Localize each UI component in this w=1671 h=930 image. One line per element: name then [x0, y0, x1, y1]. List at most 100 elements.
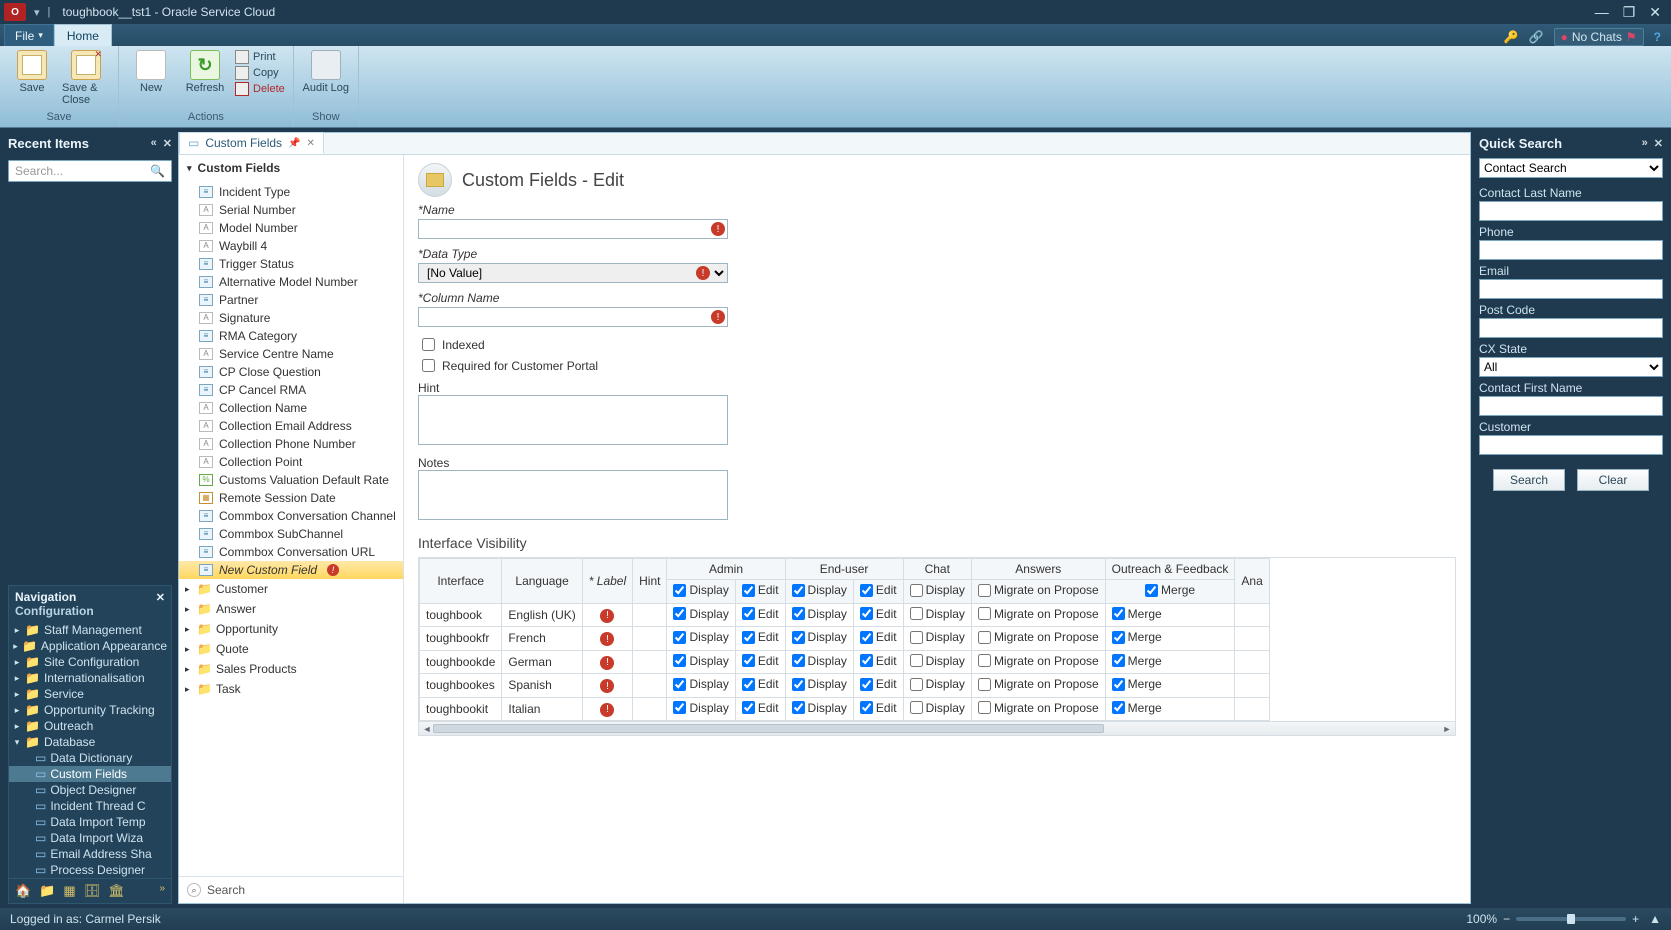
zoom-out-icon[interactable]: −	[1503, 912, 1510, 926]
field-item[interactable]: ≡Trigger Status	[179, 255, 403, 273]
hint-textarea[interactable]	[418, 395, 728, 445]
nav-node[interactable]: ▾📁Database	[9, 734, 171, 750]
home-icon[interactable]: 🏠	[15, 883, 31, 899]
folder-icon[interactable]: 📁	[39, 883, 55, 899]
notes-textarea[interactable]	[418, 470, 728, 520]
migrate-on-propose-checkbox[interactable]	[978, 631, 991, 644]
field-item[interactable]: ≡CP Close Question	[179, 363, 403, 381]
migrate-on-propose-checkbox[interactable]	[978, 678, 991, 691]
edit-checkbox[interactable]	[742, 584, 755, 597]
migrate-on-propose-checkbox[interactable]	[978, 607, 991, 620]
display-checkbox[interactable]	[792, 631, 805, 644]
field-item[interactable]: ASerial Number	[179, 201, 403, 219]
qs-last-input[interactable]	[1479, 201, 1663, 221]
edit-checkbox[interactable]	[742, 701, 755, 714]
display-checkbox[interactable]	[673, 678, 686, 691]
category-node[interactable]: ▸📁Customer	[179, 579, 403, 599]
copy-button[interactable]: Copy	[235, 66, 285, 80]
db-icon[interactable]: 🗄	[84, 883, 101, 899]
nav-child[interactable]: ▭Data Import Temp	[9, 814, 171, 830]
grid-icon[interactable]: ▦	[63, 883, 75, 899]
category-node[interactable]: ▸📁Answer	[179, 599, 403, 619]
display-checkbox[interactable]	[673, 607, 686, 620]
quick-search-clear-button[interactable]: Clear	[1577, 469, 1649, 491]
qs-cust-input[interactable]	[1479, 435, 1663, 455]
edit-checkbox[interactable]	[860, 701, 873, 714]
edit-checkbox[interactable]	[860, 631, 873, 644]
field-item[interactable]: ≡Commbox SubChannel	[179, 525, 403, 543]
close-pane-icon[interactable]: ✕	[1654, 137, 1663, 150]
nav-child[interactable]: ▭Incident Thread C	[9, 798, 171, 814]
merge-checkbox[interactable]	[1112, 701, 1125, 714]
display-checkbox[interactable]	[792, 654, 805, 667]
new-custom-field[interactable]: ≡New Custom Field!	[179, 561, 403, 579]
tab-home[interactable]: Home	[54, 24, 112, 46]
qs-phone-input[interactable]	[1479, 240, 1663, 260]
display-checkbox[interactable]	[673, 701, 686, 714]
category-node[interactable]: ▸📁Sales Products	[179, 659, 403, 679]
tab-custom-fields[interactable]: ▭ Custom Fields 📌 ✕	[179, 132, 324, 154]
name-input[interactable]	[418, 219, 728, 239]
zoom-menu-icon[interactable]: ▲	[1649, 912, 1661, 926]
recent-search-input[interactable]: Search... 🔍	[8, 160, 172, 182]
merge-checkbox[interactable]	[1112, 678, 1125, 691]
field-item[interactable]: %Customs Valuation Default Rate	[179, 471, 403, 489]
close-pane-icon[interactable]: ✕	[163, 137, 172, 150]
field-item[interactable]: ▦Remote Session Date	[179, 489, 403, 507]
category-node[interactable]: ▸📁Task	[179, 679, 403, 699]
field-item[interactable]: ≡CP Cancel RMA	[179, 381, 403, 399]
link-icon[interactable]: 🔗	[1529, 30, 1544, 44]
category-node[interactable]: ▸📁Opportunity	[179, 619, 403, 639]
edit-checkbox[interactable]	[860, 654, 873, 667]
display-checkbox[interactable]	[910, 678, 923, 691]
display-checkbox[interactable]	[910, 584, 923, 597]
edit-checkbox[interactable]	[742, 607, 755, 620]
migrate-on-propose-checkbox[interactable]	[978, 654, 991, 667]
nav-child[interactable]: ▭Data Import Wiza	[9, 830, 171, 846]
display-checkbox[interactable]	[673, 654, 686, 667]
table-scrollbar[interactable]: ◄►	[419, 721, 1455, 735]
field-item[interactable]: ≡Commbox Conversation Channel	[179, 507, 403, 525]
nav-node[interactable]: ▸📁Opportunity Tracking	[9, 702, 171, 718]
quick-search-button[interactable]: Search	[1493, 469, 1565, 491]
display-checkbox[interactable]	[910, 607, 923, 620]
print-button[interactable]: Print	[235, 50, 285, 64]
display-checkbox[interactable]	[792, 584, 805, 597]
close-icon[interactable]: ✕	[1649, 4, 1661, 21]
display-checkbox[interactable]	[910, 631, 923, 644]
collapse-icon[interactable]: «	[151, 137, 157, 149]
indexed-checkbox[interactable]	[422, 338, 435, 351]
merge-checkbox[interactable]	[1112, 607, 1125, 620]
no-chats-indicator[interactable]: ●No Chats⚑	[1554, 28, 1644, 46]
explorer-header[interactable]: ▾Custom Fields	[179, 155, 403, 181]
field-item[interactable]: ACollection Point	[179, 453, 403, 471]
save-close-button[interactable]: Save & Close	[62, 48, 110, 106]
nav-node[interactable]: ▸📁Staff Management	[9, 622, 171, 638]
field-item[interactable]: ≡Commbox Conversation URL	[179, 543, 403, 561]
nav-node[interactable]: ▸📁Service	[9, 686, 171, 702]
edit-checkbox[interactable]	[742, 678, 755, 691]
chevron-icon[interactable]: »	[159, 883, 165, 899]
field-item[interactable]: AWaybill 4	[179, 237, 403, 255]
qs-post-input[interactable]	[1479, 318, 1663, 338]
qat-down-icon[interactable]: ▾	[34, 6, 40, 19]
edit-checkbox[interactable]	[860, 678, 873, 691]
required-cp-checkbox[interactable]	[422, 359, 435, 372]
display-checkbox[interactable]	[673, 584, 686, 597]
nav-node[interactable]: ▸📁Application Appearance	[9, 638, 171, 654]
delete-button[interactable]: Delete	[235, 82, 285, 96]
edit-checkbox[interactable]	[742, 654, 755, 667]
minimize-icon[interactable]: —	[1595, 4, 1609, 20]
nav-child[interactable]: ▭Custom Fields	[9, 766, 171, 782]
qs-cx-select[interactable]: All	[1479, 357, 1663, 377]
merge-checkbox[interactable]	[1112, 654, 1125, 667]
quick-search-type-select[interactable]: Contact Search	[1479, 158, 1663, 178]
data-type-select[interactable]: [No Value]	[418, 263, 728, 283]
field-item[interactable]: ≡Alternative Model Number	[179, 273, 403, 291]
display-checkbox[interactable]	[910, 701, 923, 714]
migrate-on-propose-checkbox[interactable]	[978, 584, 991, 597]
audit-log-button[interactable]: Audit Log	[302, 48, 350, 94]
new-button[interactable]: New	[127, 48, 175, 94]
file-menu-button[interactable]: File▾	[4, 24, 54, 46]
edit-checkbox[interactable]	[860, 584, 873, 597]
